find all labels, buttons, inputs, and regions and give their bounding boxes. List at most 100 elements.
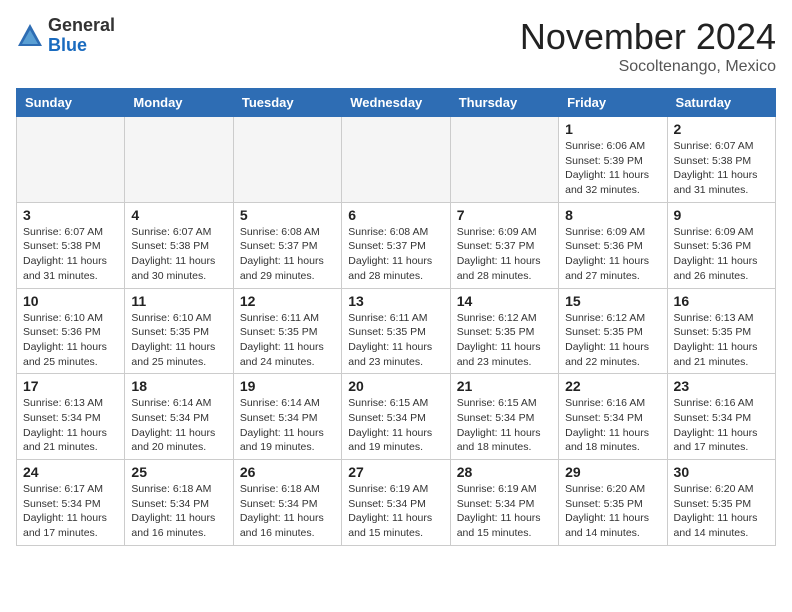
day-info: Sunrise: 6:08 AM Sunset: 5:37 PM Dayligh… (240, 225, 335, 284)
day-info: Sunrise: 6:20 AM Sunset: 5:35 PM Dayligh… (674, 482, 769, 541)
calendar-cell: 19Sunrise: 6:14 AM Sunset: 5:34 PM Dayli… (233, 374, 341, 460)
day-info: Sunrise: 6:06 AM Sunset: 5:39 PM Dayligh… (565, 139, 660, 198)
calendar-table: SundayMondayTuesdayWednesdayThursdayFrid… (16, 88, 776, 546)
calendar-week-4: 24 Sunrise: 6:17 AM Sunset: 5:34 PM Dayli… (17, 460, 776, 546)
day-header-sunday: Sunday (17, 89, 125, 117)
day-info: Sunrise: 6:14 AM Sunset: 5:34 PM Dayligh… (131, 396, 226, 455)
calendar-cell: 29Sunrise: 6:20 AM Sunset: 5:35 PM Dayli… (559, 460, 667, 546)
day-info: Sunrise: 6:15 AM Sunset: 5:34 PM Dayligh… (457, 396, 552, 455)
calendar-cell: 6 Sunrise: 6:08 AM Sunset: 5:37 PM Daylig… (342, 202, 450, 288)
calendar-cell: 15Sunrise: 6:12 AM Sunset: 5:35 PM Dayli… (559, 288, 667, 374)
logo-general-text: General (48, 15, 115, 35)
day-number: 23 (674, 378, 769, 394)
calendar-cell: 24 Sunrise: 6:17 AM Sunset: 5:34 PM Dayli… (17, 460, 125, 546)
calendar-cell: 13 Sunrise: 6:11 AM Sunset: 5:35 PM Dayli… (342, 288, 450, 374)
calendar-cell: 14 Sunrise: 6:12 AM Sunset: 5:35 PM Dayli… (450, 288, 558, 374)
location-text: Socoltenango, Mexico (520, 58, 776, 76)
logo: General Blue (16, 16, 115, 56)
day-info: Sunrise: 6:09 AM Sunset: 5:36 PM Dayligh… (674, 225, 769, 284)
day-number: 24 (23, 464, 118, 480)
day-number: 9 (674, 207, 769, 223)
day-number: 22 (565, 378, 660, 394)
day-number: 6 (348, 207, 443, 223)
calendar-cell: 18 Sunrise: 6:14 AM Sunset: 5:34 PM Dayli… (125, 374, 233, 460)
calendar-week-0: 1 Sunrise: 6:06 AM Sunset: 5:39 PM Daylig… (17, 117, 776, 203)
day-number: 13 (348, 293, 443, 309)
day-info: Sunrise: 6:12 AM Sunset: 5:35 PM Dayligh… (457, 311, 552, 370)
page-header: General Blue November 2024 Socoltenango,… (16, 16, 776, 76)
calendar-cell: 7 Sunrise: 6:09 AM Sunset: 5:37 PM Daylig… (450, 202, 558, 288)
day-number: 7 (457, 207, 552, 223)
calendar-cell: 8 Sunrise: 6:09 AM Sunset: 5:36 PM Daylig… (559, 202, 667, 288)
title-block: November 2024 Socoltenango, Mexico (520, 16, 776, 76)
day-info: Sunrise: 6:19 AM Sunset: 5:34 PM Dayligh… (457, 482, 552, 541)
day-number: 4 (131, 207, 226, 223)
calendar-cell (125, 117, 233, 203)
day-info: Sunrise: 6:18 AM Sunset: 5:34 PM Dayligh… (131, 482, 226, 541)
day-header-thursday: Thursday (450, 89, 558, 117)
calendar-cell: 27 Sunrise: 6:19 AM Sunset: 5:34 PM Dayli… (342, 460, 450, 546)
calendar-cell (342, 117, 450, 203)
day-number: 10 (23, 293, 118, 309)
calendar-cell: 17Sunrise: 6:13 AM Sunset: 5:34 PM Dayli… (17, 374, 125, 460)
day-number: 28 (457, 464, 552, 480)
calendar-week-3: 17Sunrise: 6:13 AM Sunset: 5:34 PM Dayli… (17, 374, 776, 460)
day-info: Sunrise: 6:13 AM Sunset: 5:34 PM Dayligh… (23, 396, 118, 455)
day-info: Sunrise: 6:10 AM Sunset: 5:35 PM Dayligh… (131, 311, 226, 370)
calendar-cell: 5 Sunrise: 6:08 AM Sunset: 5:37 PM Daylig… (233, 202, 341, 288)
calendar-cell: 12Sunrise: 6:11 AM Sunset: 5:35 PM Dayli… (233, 288, 341, 374)
day-info: Sunrise: 6:11 AM Sunset: 5:35 PM Dayligh… (240, 311, 335, 370)
day-number: 27 (348, 464, 443, 480)
day-info: Sunrise: 6:08 AM Sunset: 5:37 PM Dayligh… (348, 225, 443, 284)
day-number: 14 (457, 293, 552, 309)
day-header-friday: Friday (559, 89, 667, 117)
calendar-cell: 28 Sunrise: 6:19 AM Sunset: 5:34 PM Dayli… (450, 460, 558, 546)
day-info: Sunrise: 6:20 AM Sunset: 5:35 PM Dayligh… (565, 482, 660, 541)
day-number: 2 (674, 121, 769, 137)
day-header-tuesday: Tuesday (233, 89, 341, 117)
day-number: 1 (565, 121, 660, 137)
calendar-cell: 1 Sunrise: 6:06 AM Sunset: 5:39 PM Daylig… (559, 117, 667, 203)
calendar-cell (233, 117, 341, 203)
month-title: November 2024 (520, 16, 776, 58)
day-number: 18 (131, 378, 226, 394)
calendar-cell (450, 117, 558, 203)
day-info: Sunrise: 6:13 AM Sunset: 5:35 PM Dayligh… (674, 311, 769, 370)
calendar-cell: 16 Sunrise: 6:13 AM Sunset: 5:35 PM Dayli… (667, 288, 775, 374)
day-info: Sunrise: 6:10 AM Sunset: 5:36 PM Dayligh… (23, 311, 118, 370)
calendar-cell: 11Sunrise: 6:10 AM Sunset: 5:35 PM Dayli… (125, 288, 233, 374)
day-info: Sunrise: 6:11 AM Sunset: 5:35 PM Dayligh… (348, 311, 443, 370)
day-number: 16 (674, 293, 769, 309)
calendar-cell: 30Sunrise: 6:20 AM Sunset: 5:35 PM Dayli… (667, 460, 775, 546)
day-info: Sunrise: 6:15 AM Sunset: 5:34 PM Dayligh… (348, 396, 443, 455)
calendar-cell: 3Sunrise: 6:07 AM Sunset: 5:38 PM Daylig… (17, 202, 125, 288)
calendar-cell: 25Sunrise: 6:18 AM Sunset: 5:34 PM Dayli… (125, 460, 233, 546)
day-info: Sunrise: 6:16 AM Sunset: 5:34 PM Dayligh… (565, 396, 660, 455)
logo-blue-text: Blue (48, 35, 87, 55)
day-info: Sunrise: 6:12 AM Sunset: 5:35 PM Dayligh… (565, 311, 660, 370)
calendar-cell: 21 Sunrise: 6:15 AM Sunset: 5:34 PM Dayli… (450, 374, 558, 460)
day-info: Sunrise: 6:19 AM Sunset: 5:34 PM Dayligh… (348, 482, 443, 541)
day-header-wednesday: Wednesday (342, 89, 450, 117)
calendar-cell: 20 Sunrise: 6:15 AM Sunset: 5:34 PM Dayli… (342, 374, 450, 460)
day-number: 21 (457, 378, 552, 394)
day-number: 8 (565, 207, 660, 223)
day-number: 20 (348, 378, 443, 394)
day-number: 26 (240, 464, 335, 480)
day-info: Sunrise: 6:16 AM Sunset: 5:34 PM Dayligh… (674, 396, 769, 455)
day-header-saturday: Saturday (667, 89, 775, 117)
calendar-cell: 22 Sunrise: 6:16 AM Sunset: 5:34 PM Dayli… (559, 374, 667, 460)
day-header-monday: Monday (125, 89, 233, 117)
day-info: Sunrise: 6:07 AM Sunset: 5:38 PM Dayligh… (23, 225, 118, 284)
calendar-week-2: 10 Sunrise: 6:10 AM Sunset: 5:36 PM Dayli… (17, 288, 776, 374)
calendar-cell: 2Sunrise: 6:07 AM Sunset: 5:38 PM Daylig… (667, 117, 775, 203)
calendar-week-1: 3Sunrise: 6:07 AM Sunset: 5:38 PM Daylig… (17, 202, 776, 288)
day-number: 5 (240, 207, 335, 223)
day-info: Sunrise: 6:09 AM Sunset: 5:36 PM Dayligh… (565, 225, 660, 284)
calendar-cell: 9 Sunrise: 6:09 AM Sunset: 5:36 PM Daylig… (667, 202, 775, 288)
calendar-cell: 23 Sunrise: 6:16 AM Sunset: 5:34 PM Dayli… (667, 374, 775, 460)
day-info: Sunrise: 6:17 AM Sunset: 5:34 PM Dayligh… (23, 482, 118, 541)
day-info: Sunrise: 6:14 AM Sunset: 5:34 PM Dayligh… (240, 396, 335, 455)
day-info: Sunrise: 6:09 AM Sunset: 5:37 PM Dayligh… (457, 225, 552, 284)
calendar-cell: 10 Sunrise: 6:10 AM Sunset: 5:36 PM Dayli… (17, 288, 125, 374)
